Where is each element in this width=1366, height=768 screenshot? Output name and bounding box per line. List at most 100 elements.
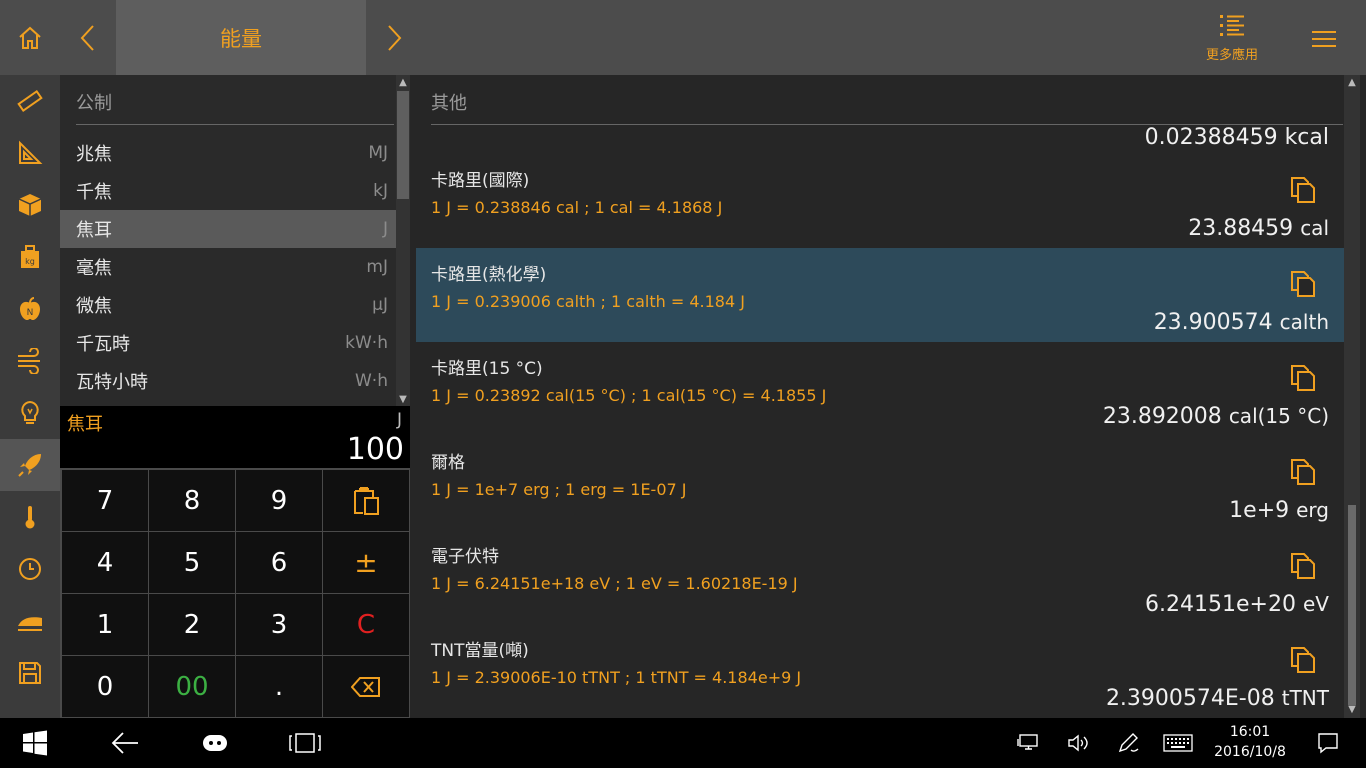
unit-list-item[interactable]: 微焦 μJ (60, 286, 396, 324)
sidebar-item-area[interactable] (0, 127, 60, 179)
system-clock[interactable]: 16:01 2016/10/8 (1200, 722, 1300, 762)
result-unit-name: 卡路里(熱化學) (431, 265, 547, 285)
unit-list-item[interactable]: 瓦特小時 W·h (60, 362, 396, 400)
sidebar-item-volume[interactable] (0, 179, 60, 231)
home-button[interactable] (0, 0, 60, 75)
scroll-down-arrow-icon[interactable]: ▼ (396, 392, 410, 406)
key-1[interactable]: 1 (62, 594, 148, 655)
task-view-button[interactable] (280, 718, 330, 768)
svg-text:N: N (27, 308, 34, 318)
unit-list-item[interactable]: 焦耳 J (60, 210, 396, 248)
key-8[interactable]: 8 (149, 470, 235, 531)
pen-tray-button[interactable] (1110, 718, 1146, 768)
copy-icon[interactable] (1290, 364, 1316, 392)
unit-name: 毫焦 (76, 258, 112, 279)
key-7[interactable]: 7 (62, 470, 148, 531)
key-9[interactable]: 9 (236, 470, 322, 531)
sidebar-item-weight[interactable]: kg (0, 231, 60, 283)
key-decimal[interactable]: . (236, 656, 322, 717)
paste-button[interactable] (323, 470, 409, 531)
unit-list-item[interactable]: 兆焦 MJ (60, 134, 396, 172)
unit-abbr: mJ (366, 257, 388, 277)
result-item[interactable]: 卡路里(國際) 1 J = 0.238846 cal ; 1 cal = 4.18… (416, 154, 1344, 248)
unit-name: 兆焦 (76, 144, 112, 165)
result-item[interactable]: 電子伏特 1 J = 6.24151e+18 eV ; 1 eV = 1.6021… (416, 530, 1344, 624)
result-unit: cal (1300, 216, 1329, 240)
results-scroll-up-icon[interactable]: ▲ (1345, 75, 1359, 89)
sidebar-item-temperature[interactable] (0, 491, 60, 543)
notification-icon (1318, 733, 1338, 754)
copy-icon[interactable] (1290, 176, 1316, 204)
copy-icon[interactable] (1290, 646, 1316, 674)
result-item[interactable]: TNT當量(噸) 1 J = 2.39006E-10 tTNT ; 1 tTNT … (416, 624, 1344, 718)
key-3[interactable]: 3 (236, 594, 322, 655)
task-view-icon (289, 733, 321, 753)
unit-name: 瓦特小時 (76, 372, 148, 393)
action-center-button[interactable] (1308, 718, 1348, 768)
sidebar-item-speed[interactable] (0, 335, 60, 387)
hamburger-menu-button[interactable] (1300, 18, 1348, 60)
sidebar-item-fuel[interactable] (0, 595, 60, 647)
unit-list-item[interactable]: 千焦 kJ (60, 172, 396, 210)
chevron-right-icon (388, 24, 402, 51)
sidebar-item-nutrition[interactable]: N (0, 283, 60, 335)
result-item[interactable]: 爾格 1 J = 1e+7 erg ; 1 erg = 1E-07 J 1e+9 e… (416, 436, 1344, 530)
category-title: 能量 (116, 0, 366, 75)
hamburger-icon (1312, 31, 1336, 47)
next-category-button[interactable] (366, 0, 422, 75)
cortana-button[interactable] (190, 718, 240, 768)
list-icon (1220, 15, 1244, 36)
sidebar-item-data-storage[interactable] (0, 647, 60, 699)
input-value[interactable]: 100 (347, 432, 404, 467)
clear-button[interactable]: C (323, 594, 409, 655)
back-button[interactable] (100, 718, 150, 768)
result-unit: tTNT (1281, 686, 1329, 710)
key-00[interactable]: 00 (149, 656, 235, 717)
copy-icon[interactable] (1290, 458, 1316, 486)
sidebar-item-power[interactable] (0, 387, 60, 439)
key-0[interactable]: 0 (62, 656, 148, 717)
numeric-keypad: 7 8 9 4 5 6 ± 1 2 3 C 0 00 . (60, 468, 410, 718)
keyboard-icon (1163, 734, 1193, 752)
windows-logo-icon (23, 730, 47, 756)
sidebar-item-time[interactable] (0, 543, 60, 595)
conversion-results-panel: 其他 0.02388459 kcal 卡路里(國際) 1 J = 0.238846… (416, 75, 1366, 718)
unit-list-item[interactable]: 毫焦 mJ (60, 248, 396, 286)
unit-name: 千焦 (76, 182, 112, 203)
more-apps-button[interactable]: 更多應用 (1196, 14, 1268, 70)
train-icon (18, 617, 42, 631)
key-6[interactable]: 6 (236, 532, 322, 593)
sidebar-item-length[interactable] (0, 75, 60, 127)
backspace-button[interactable] (323, 656, 409, 717)
results-scroll-down-icon[interactable]: ▼ (1345, 702, 1359, 716)
cube-icon (18, 194, 42, 216)
results-scroll-thumb[interactable] (1348, 505, 1356, 705)
clock-icon (19, 558, 41, 580)
results-scrollbar[interactable]: ▲ ▼ (1344, 75, 1360, 718)
plus-minus-button[interactable]: ± (323, 532, 409, 593)
previous-category-button[interactable] (60, 0, 116, 75)
key-2[interactable]: 2 (149, 594, 235, 655)
result-item[interactable]: 卡路里(熱化學) 1 J = 0.239006 calth ; 1 calth =… (416, 248, 1344, 342)
unit-list-scrollbar[interactable]: ▲ ▼ (396, 75, 410, 406)
speaker-icon (1068, 734, 1088, 752)
key-4[interactable]: 4 (62, 532, 148, 593)
start-button[interactable] (10, 718, 60, 768)
result-item[interactable]: 卡路里(15 °C) 1 J = 0.23892 cal(15 °C) ; 1 c… (416, 342, 1344, 436)
result-number: 1e+9 (1229, 498, 1290, 523)
clipboard-paste-icon (354, 486, 379, 515)
unit-header-divider (76, 124, 394, 125)
network-tray-button[interactable] (1010, 718, 1046, 768)
result-value: 23.88459 cal (1188, 216, 1329, 241)
unit-list-scroll-thumb[interactable] (397, 91, 409, 199)
scroll-up-arrow-icon[interactable]: ▲ (396, 75, 410, 89)
volume-tray-button[interactable] (1060, 718, 1096, 768)
unit-abbr: W·h (355, 371, 388, 391)
unit-list-item[interactable]: 千瓦時 kW·h (60, 324, 396, 362)
result-formula: 1 J = 0.23892 cal(15 °C) ; 1 cal(15 °C) … (431, 386, 827, 405)
sidebar-item-energy[interactable] (0, 439, 60, 491)
copy-icon[interactable] (1290, 552, 1316, 580)
touch-keyboard-button[interactable] (1158, 718, 1198, 768)
copy-icon[interactable] (1290, 270, 1316, 298)
key-5[interactable]: 5 (149, 532, 235, 593)
